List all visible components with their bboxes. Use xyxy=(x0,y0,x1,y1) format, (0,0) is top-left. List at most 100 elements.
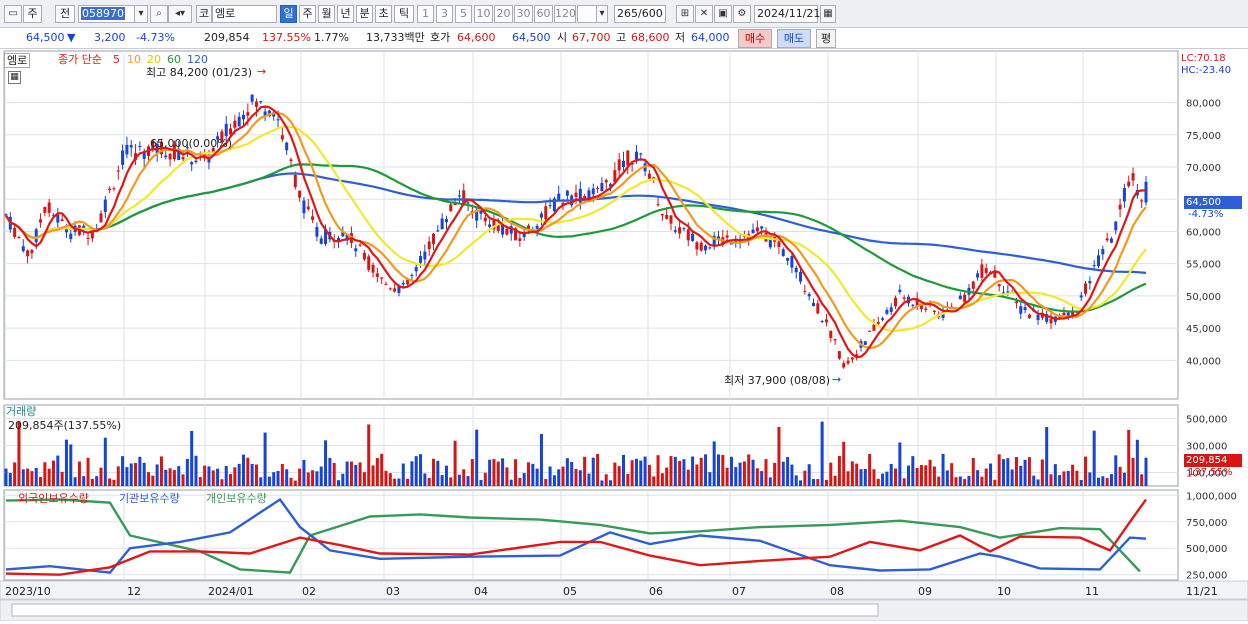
split-icon[interactable]: ⊞ xyxy=(676,5,694,23)
volume-bar xyxy=(302,459,306,486)
tab-period-second[interactable]: 초 xyxy=(375,5,392,23)
volume-bar xyxy=(1127,429,1131,486)
candle-body xyxy=(276,119,280,121)
volume-bar xyxy=(729,456,733,486)
candle-body xyxy=(803,291,807,293)
candle-body xyxy=(1109,238,1113,243)
volume-bar xyxy=(717,454,720,486)
volume-bar xyxy=(47,468,51,486)
price-tick-label: 45,000 xyxy=(1186,324,1221,335)
candle-body xyxy=(69,233,73,240)
candle-body xyxy=(958,295,962,300)
volume-bar xyxy=(734,467,738,486)
volume-bar xyxy=(742,461,746,486)
window-icon[interactable]: ▭ xyxy=(4,5,22,23)
volume-bar xyxy=(945,470,949,486)
interval-30[interactable]: 30 xyxy=(514,5,533,23)
stock-chart-svg[interactable]: 40,00045,00050,00055,00060,00065,00070,0… xyxy=(0,49,1248,622)
tab-period-month[interactable]: 월 xyxy=(318,5,335,23)
volume-bar xyxy=(820,421,824,486)
avg-button[interactable]: 평 xyxy=(816,29,836,48)
tab-period-year[interactable]: 년 xyxy=(337,5,354,23)
volume-bar xyxy=(479,479,483,486)
speaker-icon[interactable]: ◂▾ xyxy=(168,5,192,23)
stock-code-input[interactable]: 058970 xyxy=(78,5,136,23)
x-label-04: 04 xyxy=(474,585,488,598)
volume-bar xyxy=(432,458,435,486)
volume-bar xyxy=(358,462,362,486)
candle-body xyxy=(254,101,258,107)
interval-120[interactable]: 120 xyxy=(554,5,576,23)
stock-name-field[interactable]: 엠로 xyxy=(212,5,277,23)
volume-bar xyxy=(280,463,284,486)
gear-icon[interactable]: ⚙ xyxy=(733,5,751,23)
volume-bar xyxy=(1066,470,1070,486)
interval-10[interactable]: 10 xyxy=(474,5,493,23)
chevron-down-icon[interactable]: ▾ xyxy=(596,5,608,23)
candle-body xyxy=(574,192,578,197)
mode-button-week[interactable]: 주 xyxy=(23,5,42,23)
volume-bar xyxy=(958,476,962,486)
volume-bar xyxy=(242,454,245,486)
low-annotation: 최저 37,900 (08/08) xyxy=(724,374,831,387)
candle-body xyxy=(125,144,129,155)
candle-body xyxy=(997,284,1001,287)
volume-bar xyxy=(1084,456,1088,486)
candle-body xyxy=(280,135,284,140)
volume-bar xyxy=(544,478,548,486)
candle-body xyxy=(682,228,686,230)
candle-body xyxy=(1006,291,1010,293)
save-icon[interactable]: ▣ xyxy=(714,5,732,23)
interval-5[interactable]: 5 xyxy=(455,5,472,23)
volume-bar xyxy=(976,470,980,486)
calendar-icon[interactable]: ▦ xyxy=(820,5,836,23)
volume-bar xyxy=(203,465,207,486)
volume-bar xyxy=(885,471,889,486)
volume-bar xyxy=(548,466,552,486)
interval-3[interactable]: 3 xyxy=(436,5,453,23)
x-label-02: 02 xyxy=(302,585,316,598)
tab-period-day[interactable]: 일 xyxy=(280,5,297,23)
tab-period-tick[interactable]: 틱 xyxy=(394,5,414,23)
grid-icon[interactable]: ▦ xyxy=(8,71,21,84)
mode-button-prev[interactable]: 전 xyxy=(55,5,75,23)
candle-body xyxy=(863,341,867,345)
candle-body xyxy=(1079,295,1083,298)
candle-body xyxy=(457,195,461,197)
candle-body xyxy=(354,248,358,252)
volume-bar xyxy=(699,457,703,486)
volume-bar xyxy=(501,458,505,486)
candle-body xyxy=(647,173,651,179)
interval-1[interactable]: 1 xyxy=(417,5,434,23)
candle-body xyxy=(807,294,811,297)
candle-body xyxy=(799,271,803,282)
candle-body xyxy=(902,297,906,299)
x-label-03: 03 xyxy=(386,585,400,598)
date-field[interactable]: 2024/11/21 xyxy=(754,5,820,23)
volume-bar xyxy=(781,461,785,486)
quote-bar: 64,500 ▼ 3,200 -4.73% 209,854 137.55% 1.… xyxy=(0,28,1248,49)
crosshair-icon[interactable]: ✕ xyxy=(695,5,713,23)
candle-body xyxy=(190,162,194,165)
tab-period-minute[interactable]: 분 xyxy=(356,5,373,23)
count-field[interactable]: 265/600 xyxy=(614,5,666,23)
interval-60[interactable]: 60 xyxy=(534,5,553,23)
search-icon[interactable]: ⌕ xyxy=(150,5,168,23)
tab-period-week[interactable]: 주 xyxy=(299,5,316,23)
volume-bar xyxy=(1092,430,1096,486)
candle-body xyxy=(1097,255,1100,267)
interval-20[interactable]: 20 xyxy=(494,5,513,23)
high-label: 고 xyxy=(616,31,627,44)
price-change: 3,200 xyxy=(94,31,126,44)
volume-bar xyxy=(583,456,587,486)
volume-bar xyxy=(1114,455,1118,486)
chevron-down-icon[interactable]: ▾ xyxy=(134,5,148,23)
candle-body xyxy=(466,202,470,204)
volume-bar xyxy=(824,479,828,486)
buy-button[interactable]: 매수 xyxy=(738,29,772,48)
candle-body xyxy=(976,273,980,278)
volume-bar xyxy=(1140,474,1144,486)
candle-body xyxy=(103,199,107,213)
volume-bar xyxy=(151,475,155,486)
sell-button[interactable]: 매도 xyxy=(777,29,811,48)
